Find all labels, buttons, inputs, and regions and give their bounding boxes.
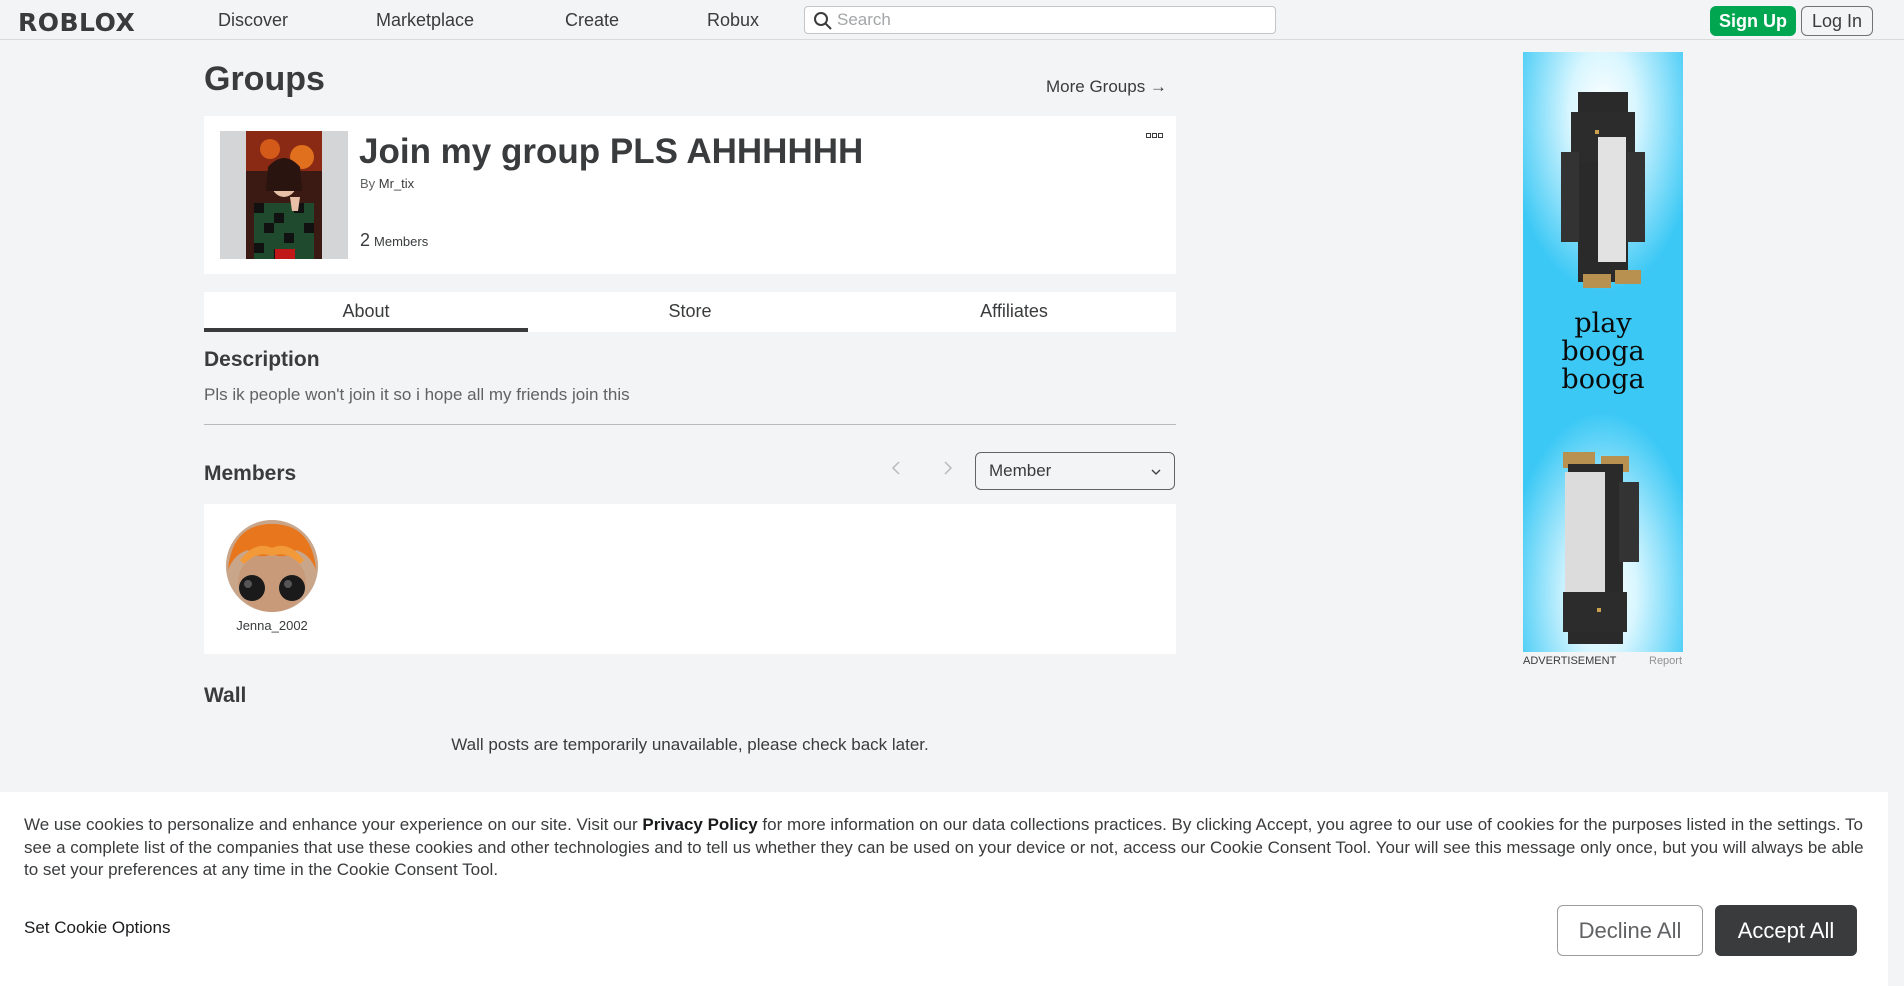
- ad-text-line-1: play: [1574, 308, 1632, 339]
- cookie-message: We use cookies to personalize and enhanc…: [24, 814, 1874, 882]
- nav-marketplace[interactable]: Marketplace: [376, 10, 474, 31]
- group-emblem-art: [220, 131, 348, 259]
- member-count-label: Members: [374, 234, 429, 249]
- accept-all-button[interactable]: Accept All: [1715, 905, 1857, 956]
- cookie-text-before: We use cookies to personalize and enhanc…: [24, 815, 643, 834]
- members-list: Jenna_2002: [204, 504, 1176, 654]
- log-in-button[interactable]: Log In: [1801, 6, 1873, 36]
- avatar-art: [226, 520, 318, 612]
- by-label: By: [360, 176, 376, 191]
- description-text: Pls ik people won't join it so i hope al…: [204, 385, 630, 404]
- sign-up-button[interactable]: Sign Up: [1710, 6, 1796, 36]
- ad-artwork: play booga booga: [1523, 52, 1683, 652]
- tab-store[interactable]: Store: [528, 292, 852, 332]
- description-heading: Description: [204, 348, 320, 371]
- member-card[interactable]: Jenna_2002: [226, 520, 318, 633]
- group-tabs: About Store Affiliates: [204, 292, 1176, 332]
- chevron-left-icon[interactable]: [886, 458, 906, 478]
- avatar[interactable]: [226, 520, 318, 612]
- wall-heading: Wall: [204, 684, 247, 707]
- search-input[interactable]: [837, 9, 1267, 31]
- role-dropdown-value: Member: [989, 461, 1052, 480]
- more-options-icon[interactable]: [1146, 132, 1164, 140]
- wall-unavailable-message: Wall posts are temporarily unavailable, …: [451, 735, 929, 754]
- privacy-policy-link[interactable]: Privacy Policy: [642, 815, 757, 834]
- search-box[interactable]: [804, 6, 1276, 34]
- decline-all-button[interactable]: Decline All: [1557, 905, 1703, 956]
- chevron-down-icon: [1151, 469, 1161, 475]
- cookie-consent-banner: We use cookies to personalize and enhanc…: [0, 792, 1888, 986]
- more-groups-link[interactable]: More Groups →: [1046, 77, 1167, 97]
- member-count: 2 Members: [360, 230, 428, 251]
- group-emblem-image[interactable]: [220, 131, 348, 259]
- group-header-card: Join my group PLS AHHHHHH By Mr_tix 2 Mem…: [204, 116, 1176, 274]
- group-name: Join my group PLS AHHHHHH: [359, 132, 864, 171]
- ad-text-line-3: booga: [1561, 364, 1644, 395]
- ad-text-line-2: booga: [1561, 336, 1644, 367]
- group-owner-line: By Mr_tix: [360, 176, 414, 191]
- chevron-right-icon[interactable]: [938, 458, 958, 478]
- member-name[interactable]: Jenna_2002: [226, 618, 318, 633]
- search-icon: [814, 12, 832, 30]
- set-cookie-options-link[interactable]: Set Cookie Options: [24, 918, 170, 938]
- nav-discover[interactable]: Discover: [218, 10, 288, 31]
- page-title: Groups: [204, 60, 325, 98]
- nav-create[interactable]: Create: [565, 10, 619, 31]
- advertisement-banner[interactable]: play booga booga: [1523, 52, 1683, 652]
- member-count-value: 2: [360, 230, 371, 250]
- roblox-logo[interactable]: ROBLOX: [18, 8, 135, 37]
- advertisement-label: ADVERTISEMENT: [1523, 655, 1617, 667]
- section-divider: [204, 424, 1176, 425]
- group-owner-link[interactable]: Mr_tix: [379, 176, 414, 191]
- tab-affiliates[interactable]: Affiliates: [852, 292, 1176, 332]
- tab-about[interactable]: About: [204, 292, 528, 332]
- ad-report-link[interactable]: Report: [1649, 655, 1682, 667]
- members-heading: Members: [204, 462, 297, 485]
- role-dropdown[interactable]: Member: [975, 452, 1175, 490]
- top-navigation-bar: ROBLOX Discover Marketplace Create Robux…: [0, 0, 1904, 40]
- nav-robux[interactable]: Robux: [707, 10, 759, 31]
